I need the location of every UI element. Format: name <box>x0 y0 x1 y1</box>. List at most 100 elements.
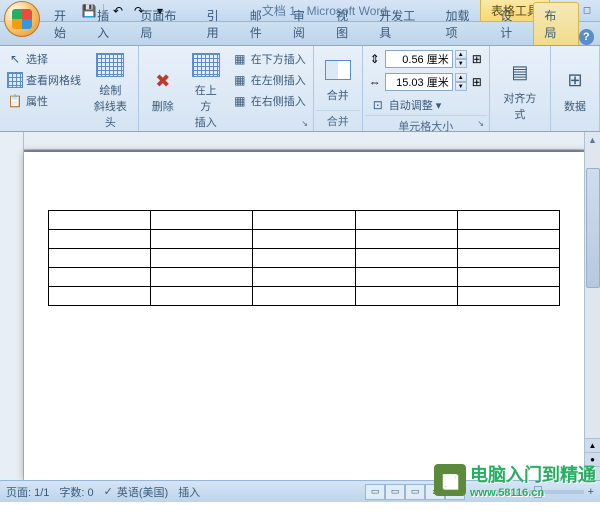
word-table[interactable] <box>48 210 560 306</box>
autofit-button[interactable]: ⊡自动调整 ▾ <box>367 95 485 115</box>
select-button[interactable]: ↖选择 <box>4 49 84 69</box>
group-rows-cols: ✖ 删除 在上方 插入 ▦在下方插入 ▦在左侧插入 ▦在右侧插入 行和列 ↘ <box>139 46 314 131</box>
scroll-up-icon[interactable]: ▲ <box>585 132 600 148</box>
col-right-icon: ▦ <box>232 93 248 109</box>
document-area: ▲ ▼ ▲ ● ▼ <box>0 132 600 480</box>
vertical-scrollbar[interactable]: ▲ ▼ ▲ ● ▼ <box>584 132 600 480</box>
delete-label: 删除 <box>152 98 174 114</box>
spellcheck-icon: ✓ <box>104 485 113 498</box>
group-cellsize-expand-icon[interactable]: ↘ <box>475 117 487 129</box>
data-label: 数据 <box>564 98 586 114</box>
merge-label: 合并 <box>327 87 349 103</box>
width-spinner[interactable]: ▲▼ <box>455 73 467 91</box>
draw-diag-label: 绘制 斜线表头 <box>93 82 128 130</box>
insert-above-icon <box>192 51 220 79</box>
tab-review[interactable]: 审阅 <box>283 3 326 45</box>
grid-icon <box>7 72 23 88</box>
watermark-url: www.58116.cn <box>470 487 596 499</box>
insert-right-label: 在右侧插入 <box>251 93 306 109</box>
row-height-icon: ⇕ <box>367 51 383 67</box>
insert-left-button[interactable]: ▦在左侧插入 <box>229 70 309 90</box>
col-left-icon: ▦ <box>232 72 248 88</box>
col-width-icon: ⇔ <box>367 74 383 90</box>
watermark-icon: ▣ <box>434 464 466 496</box>
word-count[interactable]: 字数: 0 <box>59 484 93 500</box>
col-width-input[interactable] <box>385 73 453 91</box>
height-spinner[interactable]: ▲▼ <box>455 50 467 68</box>
draw-diagonal-header-button[interactable]: 绘制 斜线表头 <box>87 49 134 132</box>
print-layout-view-icon[interactable]: ▭ <box>365 484 385 500</box>
select-label: 选择 <box>26 51 48 67</box>
tab-layout[interactable]: 布局 <box>533 2 578 45</box>
insert-mode[interactable]: 插入 <box>178 484 200 500</box>
tab-insert[interactable]: 插入 <box>87 3 130 45</box>
tab-addins[interactable]: 加载项 <box>436 3 491 45</box>
align-label: 对齐方式 <box>500 90 540 122</box>
web-layout-view-icon[interactable]: ▭ <box>405 484 425 500</box>
insert-above-button[interactable]: 在上方 插入 <box>186 49 226 132</box>
autofit-icon: ⊡ <box>370 97 386 113</box>
table-row <box>49 268 560 287</box>
data-button[interactable]: ⊞ 数据 <box>555 49 595 131</box>
table-row <box>49 287 560 306</box>
pointer-icon: ↖ <box>7 51 23 67</box>
ribbon-tabs: 开始 插入 页面布局 引用 邮件 审阅 视图 开发工具 加载项 设计 布局 ? <box>0 22 600 46</box>
vertical-ruler[interactable] <box>0 132 24 480</box>
properties-button[interactable]: 📋属性 <box>4 91 84 111</box>
fullscreen-reading-view-icon[interactable]: ▭ <box>385 484 405 500</box>
tab-developer[interactable]: 开发工具 <box>369 3 435 45</box>
insert-left-label: 在左侧插入 <box>251 72 306 88</box>
tab-pagelayout[interactable]: 页面布局 <box>130 3 196 45</box>
table-row <box>49 211 560 230</box>
table-row <box>49 249 560 268</box>
group-table: ↖选择 查看网格线 📋属性 绘制 斜线表头 表 <box>0 46 139 131</box>
view-gridlines-button[interactable]: 查看网格线 <box>4 70 84 90</box>
tab-references[interactable]: 引用 <box>197 3 240 45</box>
row-height-input[interactable] <box>385 50 453 68</box>
properties-icon: 📋 <box>7 93 23 109</box>
distribute-cols-icon[interactable]: ⊞ <box>469 74 485 90</box>
watermark: ▣ 电脑入门到精通 www.58116.cn <box>434 461 596 499</box>
group-align: ▤ 对齐方式 <box>490 46 551 131</box>
scroll-thumb[interactable] <box>586 168 600 288</box>
align-button[interactable]: ▤ 对齐方式 <box>494 49 546 131</box>
tab-mailings[interactable]: 邮件 <box>240 3 283 45</box>
group-data: ⊞ 数据 <box>551 46 600 131</box>
table-icon <box>96 51 124 79</box>
prev-page-icon[interactable]: ▲ <box>585 438 600 452</box>
page[interactable] <box>24 152 584 480</box>
watermark-text: 电脑入门到精通 <box>470 461 596 487</box>
group-rowscols-expand-icon[interactable]: ↘ <box>299 117 311 129</box>
office-logo-icon <box>12 9 32 29</box>
table-row <box>49 230 560 249</box>
group-merge-label: 合并 <box>316 110 360 131</box>
language-indicator[interactable]: ✓英语(美国) <box>104 484 169 500</box>
row-below-icon: ▦ <box>232 51 248 67</box>
tab-design[interactable]: 设计 <box>490 3 533 45</box>
delete-button[interactable]: ✖ 删除 <box>143 49 183 132</box>
horizontal-ruler[interactable] <box>24 132 584 150</box>
insert-right-button[interactable]: ▦在右侧插入 <box>229 91 309 111</box>
insert-below-button[interactable]: ▦在下方插入 <box>229 49 309 69</box>
delete-icon: ✖ <box>149 67 177 95</box>
align-icon: ▤ <box>506 59 534 87</box>
help-icon[interactable]: ? <box>579 29 594 45</box>
tab-view[interactable]: 视图 <box>326 3 369 45</box>
gridlines-label: 查看网格线 <box>26 72 81 88</box>
properties-label: 属性 <box>26 93 48 109</box>
autofit-label: 自动调整 <box>389 97 433 113</box>
merge-icon <box>324 56 352 84</box>
group-cell-size: ⇕ ▲▼ ⊞ ⇔ ▲▼ ⊞ ⊡自动调整 ▾ 单元格大小 ↘ <box>363 46 490 131</box>
ribbon: ↖选择 查看网格线 📋属性 绘制 斜线表头 表 ✖ 删除 在上方 插入 ▦在下方… <box>0 46 600 132</box>
tab-home[interactable]: 开始 <box>44 3 87 45</box>
restore-button[interactable]: ◻ <box>578 4 596 18</box>
data-icon: ⊞ <box>561 67 589 95</box>
office-button[interactable] <box>4 1 40 37</box>
merge-button[interactable]: 合并 <box>318 49 358 110</box>
page-indicator[interactable]: 页面: 1/1 <box>6 484 49 500</box>
insert-above-label: 在上方 插入 <box>192 82 220 130</box>
dropdown-icon: ▾ <box>436 99 442 112</box>
insert-below-label: 在下方插入 <box>251 51 306 67</box>
distribute-rows-icon[interactable]: ⊞ <box>469 51 485 67</box>
group-merge: 合并 合并 <box>314 46 363 131</box>
